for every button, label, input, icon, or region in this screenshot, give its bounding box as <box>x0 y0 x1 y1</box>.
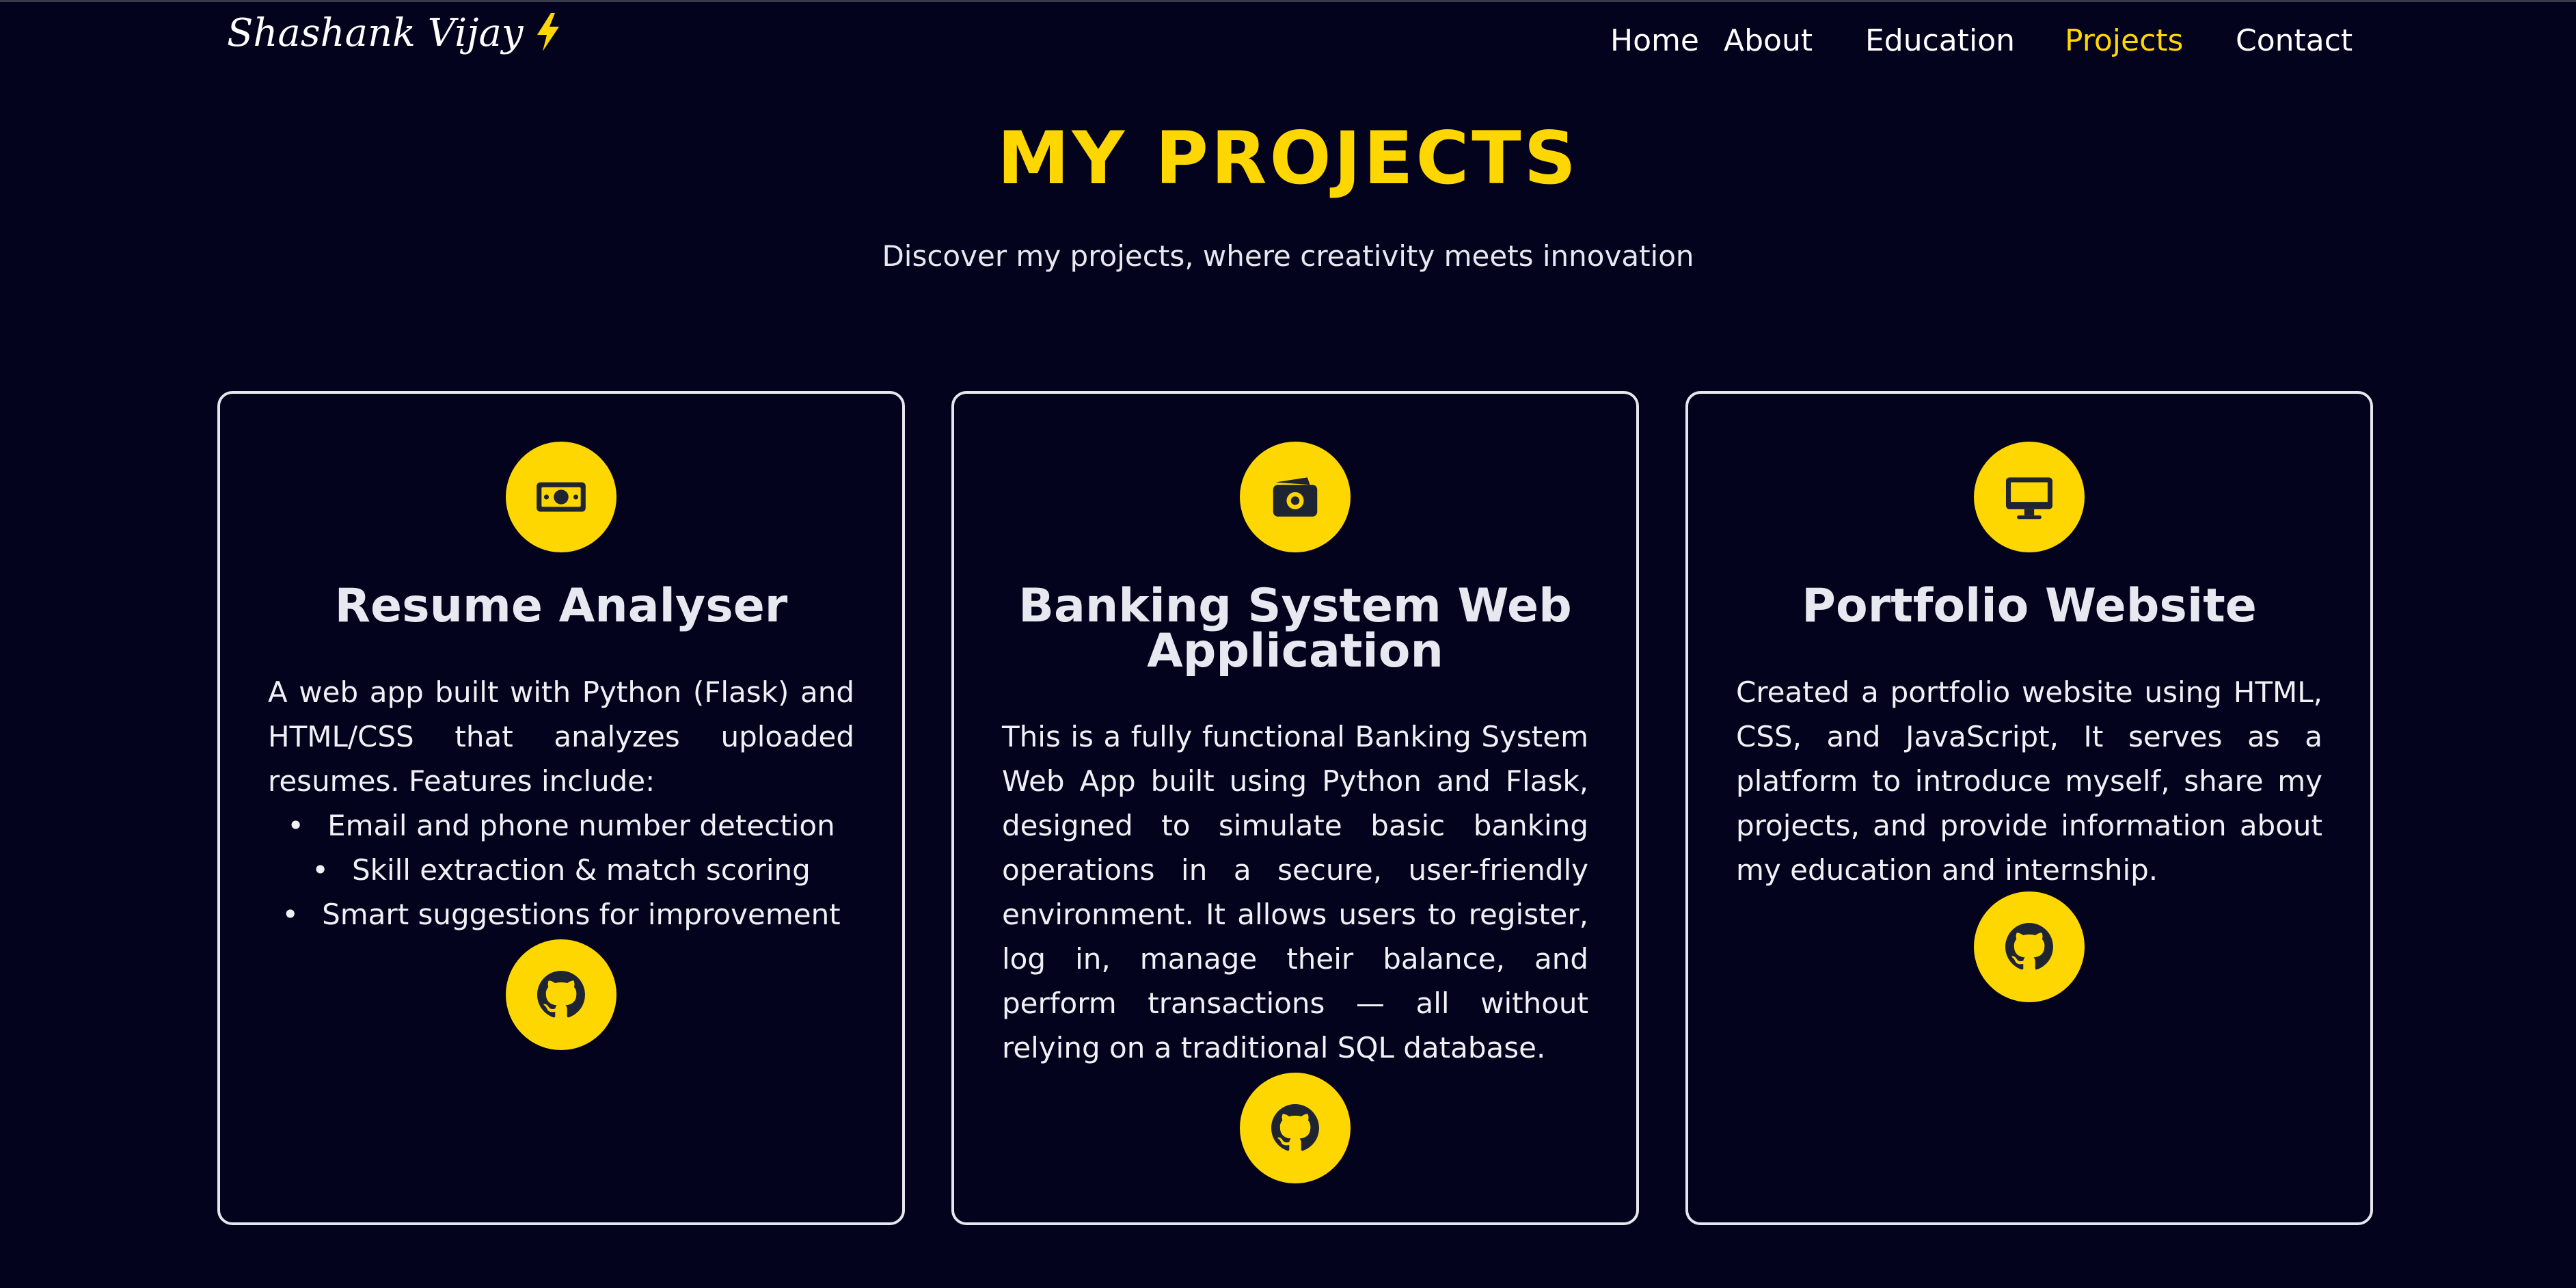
project-title: Portfolio Website <box>1802 579 2257 633</box>
feature-list: Email and phone number detection Skill e… <box>268 803 854 937</box>
github-link-button[interactable] <box>1974 891 2085 1002</box>
project-title: Resume Analyser <box>334 579 788 633</box>
project-description: Created a portfolio website using HTML, … <box>1736 675 2322 887</box>
project-card-banking-system: Banking System Web Application This is a… <box>951 391 1639 1225</box>
project-card-resume-analyser: Resume Analyser A web app built with Pyt… <box>217 391 905 1225</box>
page-title: MY PROJECTS <box>997 116 1579 200</box>
github-icon <box>2005 923 2053 970</box>
feature-item: Smart suggestions for improvement <box>268 892 854 937</box>
desktop-icon <box>1974 442 2085 552</box>
wallet-icon <box>1240 442 1351 552</box>
project-title: Banking System Web Application <box>1018 579 1572 678</box>
page-subtitle: Discover my projects, where creativity m… <box>882 239 1694 273</box>
project-card-portfolio-website: Portfolio Website Created a portfolio we… <box>1685 391 2373 1225</box>
project-description: This is a fully functional Banking Syste… <box>1002 720 1588 1064</box>
money-bill-icon <box>506 442 616 552</box>
top-border <box>0 0 2576 2</box>
nav-education[interactable]: Education <box>1865 23 2015 58</box>
nav-projects[interactable]: Projects <box>2065 23 2183 58</box>
main-nav: Home About Education Projects Contact <box>0 23 2576 64</box>
feature-item: Skill extraction & match scoring <box>268 848 854 892</box>
github-link-button[interactable] <box>1240 1073 1351 1183</box>
github-link-button[interactable] <box>506 939 616 1050</box>
nav-home[interactable]: Home <box>1610 23 1699 58</box>
project-description: A web app built with Python (Flask) and … <box>268 675 854 798</box>
nav-contact[interactable]: Contact <box>2236 23 2353 58</box>
nav-about[interactable]: About <box>1724 23 1813 58</box>
github-icon <box>537 971 585 1018</box>
github-icon <box>1271 1104 1319 1151</box>
feature-item: Email and phone number detection <box>268 803 854 848</box>
